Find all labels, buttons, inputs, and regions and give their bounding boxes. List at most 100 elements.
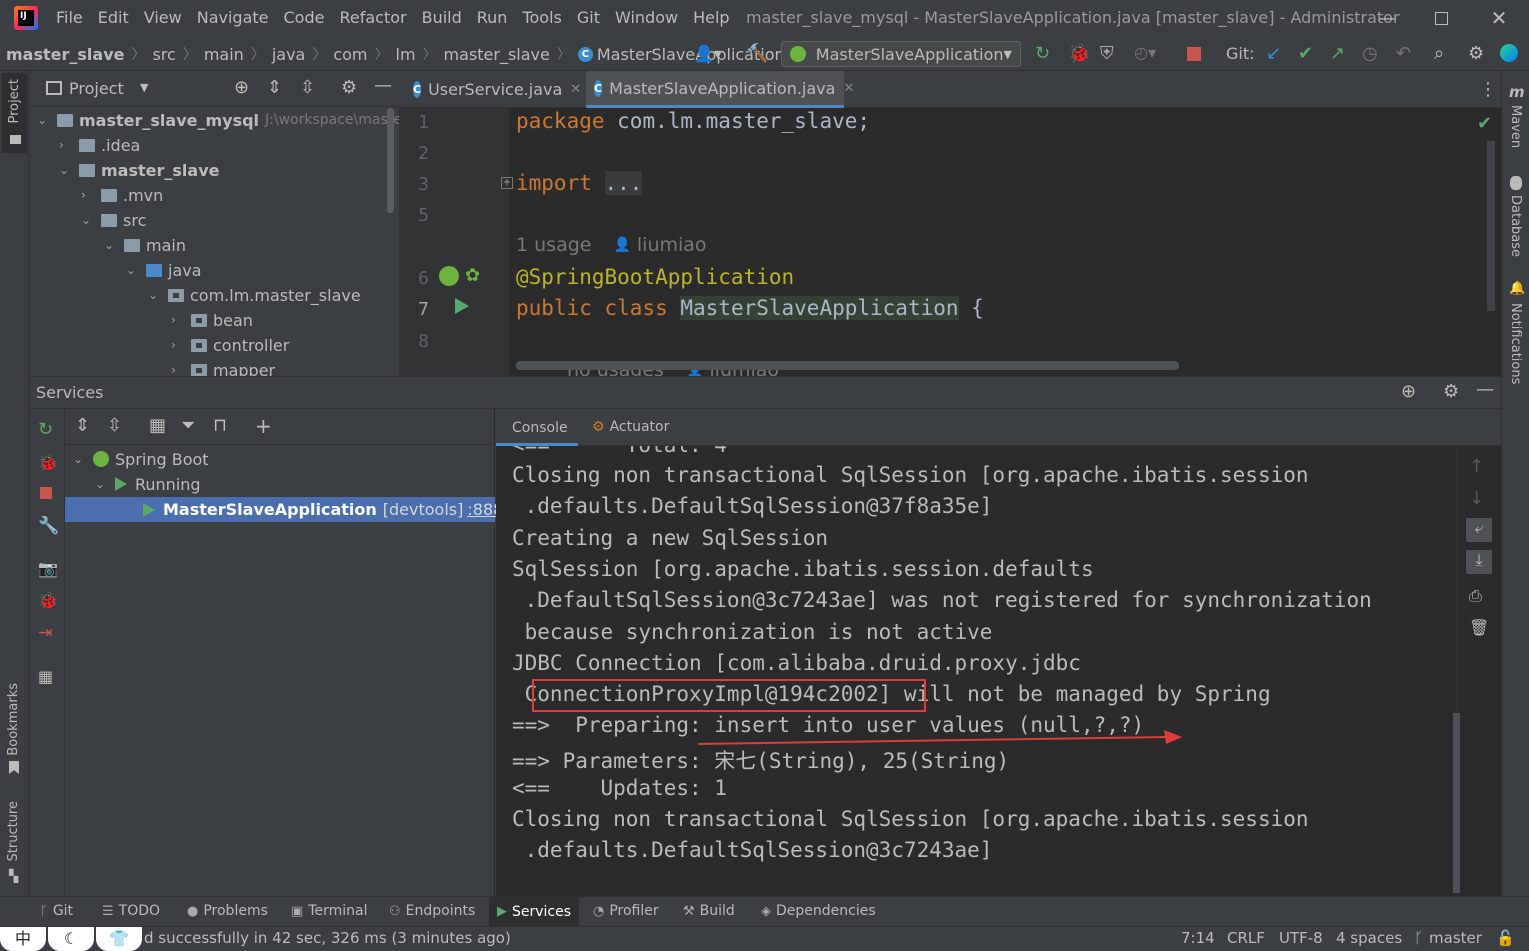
structure-tool-tab[interactable]: Structure: [6, 801, 21, 861]
stop-icon[interactable]: [1187, 47, 1201, 61]
history-icon[interactable]: ◷: [1362, 43, 1378, 64]
tab-master-slave-application[interactable]: C MasterSlaveApplication.java ✕: [586, 71, 854, 108]
tree-item-mvn[interactable]: › .mvn: [81, 183, 163, 207]
collapse-all-icon[interactable]: ⇳: [107, 415, 122, 436]
shirt-icon[interactable]: 👕: [96, 927, 142, 951]
rollback-icon[interactable]: ↶: [1396, 43, 1411, 64]
print-icon[interactable]: ⎙: [1469, 586, 1482, 606]
project-panel-title[interactable]: Project: [69, 79, 124, 98]
indent-setting[interactable]: 4 spaces: [1336, 929, 1402, 947]
menu-build[interactable]: Build: [422, 8, 462, 27]
tree-item-bean[interactable]: › bean: [171, 308, 253, 332]
wrench-icon[interactable]: 🔧: [38, 516, 59, 536]
tool-problems[interactable]: ● Problems: [187, 903, 268, 919]
moon-icon[interactable]: ☾: [48, 927, 94, 951]
code-area[interactable]: package com.lm.master_slave; import ... …: [509, 108, 1489, 376]
filter-icon[interactable]: ⏷: [181, 415, 195, 436]
debug-settings-icon[interactable]: 🐞: [38, 591, 58, 610]
expand-all-icon[interactable]: ⇕: [267, 77, 282, 98]
menu-file[interactable]: File: [56, 8, 83, 27]
tool-terminal[interactable]: ▣ Terminal: [291, 903, 367, 919]
database-tool-tab[interactable]: Database: [1508, 195, 1523, 257]
tree-item-package[interactable]: ⌄ com.lm.master_slave: [148, 283, 361, 307]
tool-build[interactable]: ⚒ Build: [683, 903, 735, 919]
breadcrumb-com[interactable]: com: [333, 45, 367, 64]
group-by-icon[interactable]: ▦: [149, 415, 166, 436]
git-update-icon[interactable]: ↙: [1266, 43, 1281, 64]
tab-console[interactable]: Console: [496, 409, 578, 446]
trash-icon[interactable]: 🗑: [1469, 618, 1489, 637]
git-branch[interactable]: ᚴ master: [1414, 929, 1482, 947]
line-separator[interactable]: CRLF: [1227, 929, 1265, 947]
menu-refactor[interactable]: Refactor: [339, 8, 406, 27]
tree-item-main[interactable]: ⌄ main: [104, 233, 186, 257]
breadcrumb-project[interactable]: master_slave: [6, 45, 124, 64]
notifications-tool-tab[interactable]: Notifications: [1508, 303, 1523, 384]
bookmarks-tool-tab[interactable]: Bookmarks: [6, 683, 21, 756]
build-hammer-icon[interactable]: 🔨: [746, 43, 768, 64]
caret-position[interactable]: 7:14: [1181, 929, 1215, 947]
editor-scrollbar[interactable]: [1487, 141, 1495, 311]
tab-user-service[interactable]: C UserService.java ✕: [409, 71, 581, 108]
hide-panel-icon[interactable]: —: [1476, 379, 1494, 400]
minimize-button[interactable]: —: [1372, 4, 1402, 32]
soft-wrap-icon[interactable]: ⤶: [1466, 518, 1492, 542]
code-with-me-icon[interactable]: [1500, 44, 1518, 62]
tree-item-running[interactable]: ⌄ Running: [95, 472, 201, 496]
locate-crosshair-icon[interactable]: ⊕: [234, 77, 249, 98]
rerun-icon[interactable]: ↻: [1035, 43, 1050, 64]
exit-icon[interactable]: ⇥: [38, 623, 52, 643]
file-encoding[interactable]: UTF-8: [1279, 929, 1323, 947]
new-tab-icon[interactable]: ⊓: [213, 415, 227, 436]
debug-icon[interactable]: 🐞: [1068, 43, 1090, 64]
horizontal-scrollbar[interactable]: [516, 361, 1179, 370]
close-icon[interactable]: ✕: [570, 82, 581, 97]
search-icon[interactable]: ⌕: [1434, 43, 1444, 64]
menu-tools[interactable]: Tools: [522, 8, 561, 27]
gear-icon[interactable]: ⚙: [341, 77, 357, 98]
tree-item-mapper[interactable]: › mapper: [171, 358, 275, 376]
scroll-to-end-icon[interactable]: ⤓: [1466, 550, 1492, 574]
tool-endpoints[interactable]: ⚇ Endpoints: [389, 903, 475, 919]
debug-icon[interactable]: 🐞: [38, 453, 58, 472]
gear-icon[interactable]: ⚙: [1443, 381, 1459, 402]
layout-icon[interactable]: ▦: [38, 667, 53, 686]
collapse-all-icon[interactable]: ⇳: [300, 77, 315, 98]
tool-git[interactable]: ᚴ Git: [40, 903, 73, 919]
tree-item-controller[interactable]: › controller: [171, 333, 289, 357]
inspection-ok-icon[interactable]: ✔: [1477, 113, 1492, 134]
menu-git[interactable]: Git: [577, 8, 600, 27]
menu-code[interactable]: Code: [284, 8, 325, 27]
breadcrumb-src[interactable]: src: [152, 45, 175, 64]
menu-window[interactable]: Window: [615, 8, 678, 27]
tool-profiler[interactable]: ◔ Profiler: [593, 903, 659, 919]
breadcrumb-java[interactable]: java: [272, 45, 306, 64]
folded-imports[interactable]: ...: [604, 171, 643, 195]
coverage-icon[interactable]: ⛨: [1100, 43, 1114, 64]
menu-view[interactable]: View: [144, 8, 182, 27]
tree-item-spring-boot[interactable]: ⌄ Spring Boot: [73, 447, 209, 471]
tree-item-idea[interactable]: › .idea: [59, 133, 140, 157]
arrow-up-icon[interactable]: ↑: [1469, 456, 1484, 477]
tree-item-app[interactable]: MasterSlaveApplication [devtools]:8888/: [65, 497, 519, 522]
git-push-icon[interactable]: ↗: [1330, 43, 1345, 64]
tab-actuator[interactable]: ⚙ Actuator: [592, 419, 669, 435]
user-icon[interactable]: 👤▾: [694, 44, 722, 63]
tool-dependencies[interactable]: ◈ Dependencies: [761, 903, 876, 919]
menu-help[interactable]: Help: [693, 8, 729, 27]
tree-item-src[interactable]: ⌄ src: [81, 208, 146, 232]
camera-icon[interactable]: 📷: [38, 559, 58, 578]
rerun-icon[interactable]: ↻: [38, 419, 53, 440]
breadcrumb-master-slave[interactable]: master_slave: [444, 45, 550, 64]
menu-edit[interactable]: Edit: [98, 8, 129, 27]
expand-all-icon[interactable]: ⇕: [75, 415, 90, 436]
console-scrollbar[interactable]: [1453, 713, 1460, 893]
stop-icon[interactable]: [40, 487, 52, 499]
lock-icon[interactable]: 🔓: [1496, 929, 1515, 947]
tree-item-master-slave[interactable]: ⌄ master_slave: [59, 158, 219, 182]
settings-gear-icon[interactable]: ⚙: [1468, 43, 1484, 64]
ime-mode[interactable]: 中: [0, 927, 46, 951]
locate-crosshair-icon[interactable]: ⊕: [1401, 381, 1416, 402]
maven-tool-tab[interactable]: Maven: [1508, 105, 1523, 148]
tool-todo[interactable]: ☰ TODO: [102, 903, 160, 919]
